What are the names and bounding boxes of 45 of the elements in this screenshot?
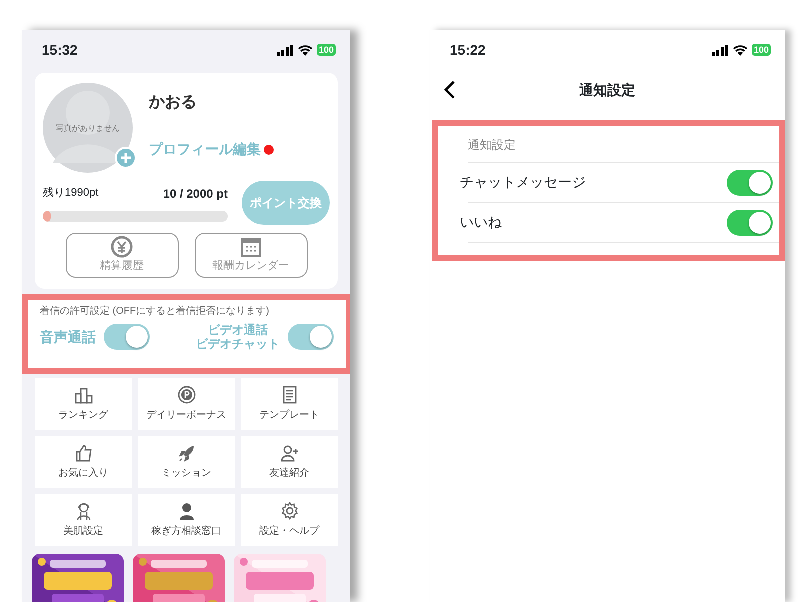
wifi-icon	[298, 44, 313, 56]
call-settings-caption: 着信の許可設定 (OFFにすると着信拒否になります)	[40, 304, 270, 319]
podium-icon	[74, 386, 92, 404]
menu-tile[interactable]: ランキング	[35, 378, 132, 430]
person-icon	[178, 502, 196, 520]
status-time: 15:22	[450, 40, 486, 60]
menu-tile[interactable]: デイリーボーナス	[138, 378, 235, 430]
document-icon	[280, 386, 298, 404]
toggle-switch[interactable]	[727, 170, 773, 196]
battery-level: 100	[316, 44, 336, 56]
battery-level: 100	[752, 44, 771, 56]
add-person-icon	[280, 444, 298, 462]
yen-icon	[111, 236, 133, 258]
rocket-icon	[178, 444, 196, 462]
signal-icon	[712, 44, 729, 56]
add-photo-icon[interactable]	[115, 147, 137, 169]
p-coin-icon	[178, 386, 196, 404]
toggle-switch[interactable]	[104, 324, 150, 350]
wifi-icon	[732, 44, 748, 56]
avatar-caption: 写真がありません	[55, 123, 121, 135]
menu-tile[interactable]: 美肌設定	[35, 494, 132, 546]
menu-tile[interactable]: ミッション	[138, 436, 235, 488]
back-icon[interactable]	[444, 81, 456, 99]
status-time: 15:32	[42, 40, 78, 60]
menu-tile[interactable]: お気に入り	[35, 436, 132, 488]
remaining-points: 残り1990pt	[43, 186, 99, 200]
menu-tile[interactable]: 友達紹介	[241, 436, 338, 488]
toggle-switch[interactable]	[727, 210, 773, 236]
screen-title: 通知設定	[578, 80, 636, 100]
menu-tile[interactable]: テンプレート	[241, 378, 338, 430]
calendar-icon	[240, 236, 262, 258]
points-total: 10 / 2000 pt	[163, 186, 228, 202]
menu-tile[interactable]: 稼ぎ方相談窓口	[138, 494, 235, 546]
toggle-switch[interactable]	[288, 324, 334, 350]
section-label: 通知設定	[468, 137, 517, 154]
setting-label: チャットメッセージ	[460, 173, 586, 192]
menu-tile[interactable]: 設定・ヘルプ	[241, 494, 338, 546]
toggle-label: ビデオ通話 ビデオチャット	[196, 323, 280, 352]
user-name: かおる	[149, 93, 198, 113]
toggle-label: 音声通話	[40, 328, 96, 346]
gear-icon	[280, 502, 298, 520]
thumbs-up-icon	[74, 444, 92, 462]
setting-label: いいね	[460, 213, 502, 232]
signal-icon	[276, 44, 294, 56]
person-outline-icon	[74, 502, 92, 520]
